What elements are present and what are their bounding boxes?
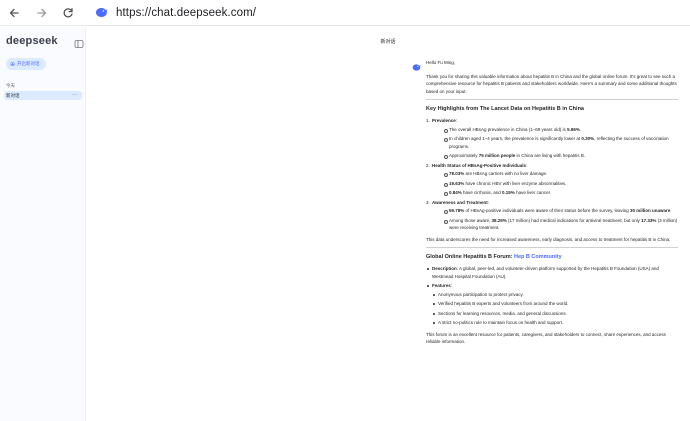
list-item: A strict no-politics rule to maintain fo… [432, 319, 678, 327]
intro-paragraph: Thank you for sharing this valuable info… [426, 73, 677, 94]
list-item: Anonymous participation to protect priva… [432, 291, 678, 299]
list-item: 78.03% are HBsAg carriers with no liver … [432, 170, 678, 178]
list-item: 1. Prevalence: The overall HBsAg prevalen… [426, 117, 678, 160]
list-item: In children aged 1–4 years, the prevalen… [432, 135, 678, 150]
list-item: 2. Health Status of HBsAg-Positive Indivi… [426, 162, 678, 197]
list-item: Approximately 75 million people in China… [432, 152, 678, 160]
sidebar-chat-item[interactable]: 新对话 ··· [4, 91, 82, 100]
section-heading-forum: Global Online Hepatitis B Forum: Hep B C… [426, 254, 562, 260]
list-item: 59.78% of HBsAg-positive individuals wer… [432, 207, 678, 215]
history-section-today: 今天 [6, 83, 15, 88]
new-chat-button[interactable]: ⊕ 开启新对话 [6, 58, 46, 70]
list-item: Features: Anonymous participation to pro… [426, 282, 678, 327]
back-icon[interactable] [6, 5, 22, 21]
assistant-avatar-icon [412, 59, 421, 71]
list-item: 3. Awareness and Treatment: 59.78% of HBs… [426, 199, 678, 232]
list-item: Among those aware, 38.25% (17 million) h… [432, 217, 678, 232]
features-list: Anonymous participation to protect priva… [432, 291, 678, 327]
highlights-list: 1. Prevalence: The overall HBsAg prevalen… [426, 117, 678, 232]
forward-icon[interactable] [34, 5, 50, 21]
chat-more-icon[interactable]: ··· [72, 91, 78, 99]
summary-paragraph: This data underscores the need for incre… [426, 236, 671, 242]
reload-icon[interactable] [60, 5, 76, 21]
section-heading-lancet: Key Highlights from The Lancet Data on H… [426, 106, 584, 112]
browser-toolbar: https://chat.deepseek.com/ [0, 0, 690, 26]
list-item: The overall HBsAg prevalence in China (1… [432, 126, 678, 134]
new-chat-label: 开启新对话 [17, 61, 40, 66]
deepseek-favicon-icon [94, 6, 108, 20]
divider [426, 247, 678, 248]
divider [426, 99, 678, 100]
new-chat-icon: ⊕ [10, 61, 16, 68]
chat-item-label: 新对话 [6, 92, 20, 98]
list-item: 19.63% have chronic HBV with liver enzym… [432, 180, 678, 188]
greeting: Hello Fu Ming, [426, 60, 456, 65]
list-item: 0.84% have cirrhosis, and 0.15% have liv… [432, 189, 678, 197]
address-bar-url[interactable]: https://chat.deepseek.com/ [116, 7, 256, 19]
deepseek-logo: deepseek [6, 35, 58, 47]
chat-main: 新对话 Hello Fu Ming, Thank you for sharing… [86, 27, 690, 421]
assistant-message: Hello Fu Ming, Thank you for sharing thi… [426, 59, 678, 350]
hep-b-community-link[interactable]: Hep B Community [514, 254, 562, 260]
list-item: Verified hepatitis B experts and volunte… [432, 300, 678, 308]
forum-list: Description: A global, peer-led, and vol… [426, 265, 678, 327]
sidebar-collapse-icon[interactable] [74, 36, 84, 48]
forum-summary-paragraph: This forum is an excellent resource for … [426, 331, 666, 345]
list-item: Sections for learning resources, media, … [432, 310, 678, 318]
page-title: 新对话 [380, 39, 396, 45]
sidebar: deepseek ⊕ 开启新对话 今天 新对话 ··· [0, 27, 86, 421]
list-item: Description: A global, peer-led, and vol… [426, 265, 678, 280]
